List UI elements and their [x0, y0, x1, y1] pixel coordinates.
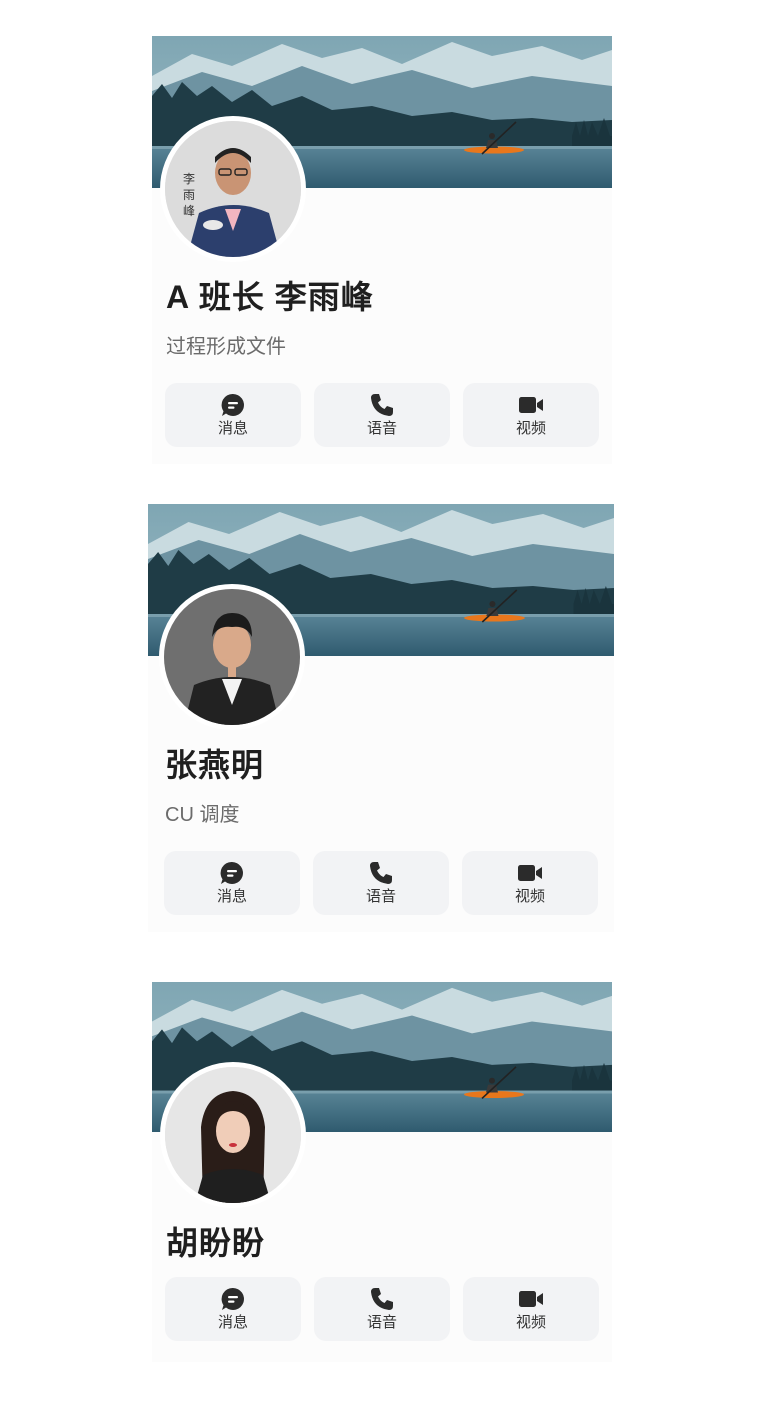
svg-text:峰: 峰 — [183, 204, 195, 218]
video-call-button[interactable]: 视频 — [463, 1277, 599, 1341]
voice-label: 语音 — [366, 420, 397, 437]
chat-bubble-icon — [220, 861, 243, 884]
chat-bubble-icon — [221, 393, 244, 416]
video-camera-icon — [519, 397, 543, 413]
contact-name: 张燕明 — [165, 747, 265, 783]
video-label: 视频 — [515, 420, 546, 437]
svg-text:李: 李 — [183, 171, 195, 186]
phone-icon — [370, 862, 392, 884]
avatar[interactable] — [160, 1062, 306, 1208]
voice-call-button[interactable]: 语音 — [314, 1277, 450, 1341]
voice-label: 语音 — [366, 1314, 397, 1331]
phone-icon — [371, 1288, 393, 1310]
action-bar: 消息 语音 视频 — [165, 383, 599, 447]
contact-title: CU 调度 — [165, 804, 240, 826]
video-camera-icon — [519, 1291, 543, 1307]
video-label: 视频 — [514, 888, 545, 905]
action-bar: 消息 语音 视频 — [164, 851, 598, 915]
message-label: 消息 — [217, 1314, 248, 1331]
voice-call-button[interactable]: 语音 — [314, 383, 450, 447]
avatar[interactable] — [159, 584, 305, 730]
contact-title: 过程形成文件 — [166, 336, 286, 358]
contact-name: 胡盼盼 — [166, 1225, 266, 1261]
action-bar: 消息 语音 视频 — [165, 1277, 599, 1341]
contact-card: 张燕明 CU 调度 消息 语音 视频 — [148, 504, 614, 932]
message-label: 消息 — [216, 888, 247, 905]
phone-icon — [371, 394, 393, 416]
avatar[interactable]: 李 雨 峰 — [160, 116, 306, 262]
contact-card: 胡盼盼 消息 语音 视频 — [152, 982, 612, 1362]
message-button[interactable]: 消息 — [165, 1277, 301, 1341]
message-button[interactable]: 消息 — [164, 851, 300, 915]
contact-card: 李 雨 峰 A 班长 李雨峰 过程形成文件 消息 语音 视频 — [152, 36, 612, 464]
video-call-button[interactable]: 视频 — [463, 383, 599, 447]
chat-bubble-icon — [221, 1287, 244, 1310]
message-label: 消息 — [217, 420, 248, 437]
contact-name: A 班长 李雨峰 — [166, 279, 374, 315]
message-button[interactable]: 消息 — [165, 383, 301, 447]
video-camera-icon — [518, 865, 542, 881]
voice-label: 语音 — [365, 888, 396, 905]
video-call-button[interactable]: 视频 — [462, 851, 598, 915]
voice-call-button[interactable]: 语音 — [313, 851, 449, 915]
video-label: 视频 — [515, 1314, 546, 1331]
svg-text:雨: 雨 — [183, 188, 195, 202]
